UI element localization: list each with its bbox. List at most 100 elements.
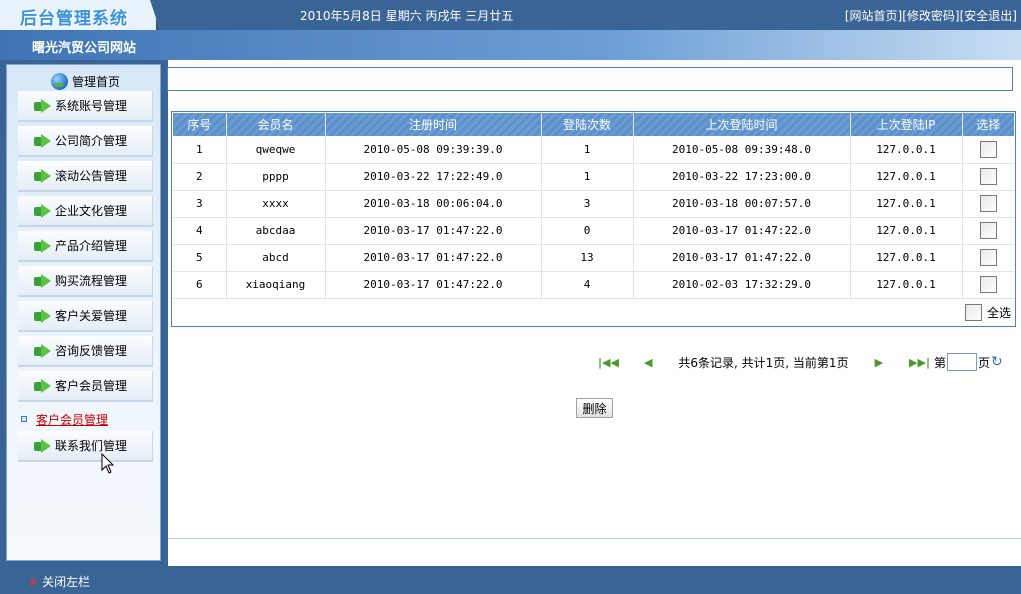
cell-login-count: 1 — [541, 163, 634, 191]
cell-name: xxxx — [226, 190, 326, 218]
cell-no: 6 — [173, 271, 227, 299]
cell-no: 4 — [173, 217, 227, 245]
table-row: 5 abcd 2010-03-17 01:47:22.0 13 2010-03-… — [173, 244, 1014, 272]
row-checkbox[interactable] — [979, 168, 997, 185]
col-login-count: 登陆次数 — [541, 113, 634, 136]
select-all-checkbox[interactable] — [964, 304, 982, 321]
table-row: 6 xiaoqiang 2010-03-17 01:47:22.0 4 2010… — [173, 271, 1014, 299]
cell-login-count: 0 — [541, 217, 634, 245]
sidebar-item-company-intro[interactable]: 公司简介管理 — [18, 126, 153, 157]
change-password-link[interactable]: [修改密码] — [902, 9, 959, 23]
sidebar-item-label: 公司简介管理 — [55, 134, 128, 148]
row-checkbox[interactable] — [979, 140, 997, 158]
left-sidebar: 管理首页 系统账号管理 公司简介管理 滚动公告管理 企业文化管理 产品介绍管理 … — [0, 60, 166, 566]
sidebar-item-culture[interactable]: 企业文化管理 — [18, 196, 153, 227]
cell-select — [962, 163, 1014, 191]
sidebar-item-label: 产品介绍管理 — [55, 239, 128, 253]
pager-info: 共6条记录, 共计1页, 当前第1页 — [678, 355, 849, 370]
first-page-icon[interactable]: |◀◀ — [598, 356, 619, 369]
col-last-login-ip: 上次登陆IP — [850, 113, 963, 136]
cell-ip: 127.0.0.1 — [850, 190, 963, 218]
sidebar-item-label: 客户关爱管理 — [55, 309, 128, 323]
table-row: 1 qweqwe 2010-05-08 09:39:39.0 1 2010-05… — [173, 136, 1014, 164]
cell-last-login: 2010-03-22 17:23:00.0 — [633, 163, 851, 191]
logout-link[interactable]: [安全退出] — [960, 9, 1017, 23]
logo-text: 后台管理系统 — [20, 9, 128, 29]
cell-no: 2 — [173, 163, 227, 191]
sidebar-item-products[interactable]: 产品介绍管理 — [18, 231, 153, 262]
select-all[interactable]: 全选 — [960, 304, 1011, 321]
sidebar-item-feedback[interactable]: 咨询反馈管理 — [18, 336, 153, 367]
sidebar-item-label: 联系我们管理 — [55, 439, 128, 453]
cell-login-count: 13 — [541, 244, 634, 272]
cell-login-count: 4 — [541, 271, 634, 299]
arrow-icon — [34, 273, 54, 288]
members-table: 序号 会员名 注册时间 登陆次数 上次登陆时间 上次登陆IP 选择 1 qweq… — [173, 113, 1014, 299]
cell-no: 5 — [173, 244, 227, 272]
cell-ip: 127.0.0.1 — [850, 136, 963, 164]
cell-last-login: 2010-03-18 00:07:57.0 — [633, 190, 851, 218]
globe-icon — [51, 72, 68, 90]
sidebar-item-purchase-flow[interactable]: 购买流程管理 — [18, 266, 153, 297]
page-suffix: 页 — [978, 355, 991, 370]
cell-select — [962, 244, 1014, 272]
row-checkbox[interactable] — [979, 249, 997, 266]
next-page-icon[interactable]: ▶ — [875, 356, 883, 369]
page-number-input[interactable] — [947, 353, 977, 371]
top-bar: 后台管理系统 2010年5月8日 星期六 丙戌年 三月廿五 [网站首页][修改密… — [0, 0, 1021, 30]
delete-button[interactable]: 删除 — [576, 398, 613, 418]
cell-no: 3 — [173, 190, 227, 218]
col-last-login-time: 上次登陆时间 — [633, 113, 851, 136]
cell-last-login: 2010-03-17 01:47:22.0 — [633, 217, 851, 245]
last-page-icon[interactable]: ▶▶| — [909, 356, 930, 369]
arrow-icon — [34, 203, 54, 218]
col-member-name: 会员名 — [226, 113, 326, 136]
col-no: 序号 — [173, 113, 227, 136]
content-divider — [168, 538, 1021, 539]
close-sidebar[interactable]: × 关闭左栏 — [28, 573, 90, 590]
site-name: 曙光汽贸公司网站 — [32, 41, 137, 56]
frame-edge — [166, 60, 168, 566]
page-prefix: 第 — [933, 355, 946, 370]
sidebar-item-customer-care[interactable]: 客户关爱管理 — [18, 301, 153, 332]
go-refresh-icon[interactable]: ↻ — [991, 354, 1003, 370]
table-row: 2 pppp 2010-03-22 17:22:49.0 1 2010-03-2… — [173, 163, 1014, 191]
row-checkbox[interactable] — [979, 276, 997, 293]
row-checkbox[interactable] — [979, 222, 997, 239]
sidebar-home-label: 管理首页 — [72, 74, 121, 89]
cell-register-time: 2010-03-17 01:47:22.0 — [325, 244, 542, 272]
bullet-icon — [21, 416, 27, 422]
table-row: 3 xxxx 2010-03-18 00:06:04.0 3 2010-03-1… — [173, 190, 1014, 218]
sidebar-subitem-label: 客户会员管理 — [36, 412, 109, 427]
date-text: 2010年5月8日 星期六 丙戌年 三月廿五 — [300, 9, 514, 23]
prev-page-icon[interactable]: ◀ — [644, 356, 652, 369]
cell-ip: 127.0.0.1 — [850, 244, 963, 272]
sidebar-home[interactable]: 管理首页 — [51, 71, 120, 91]
arrow-icon — [34, 238, 54, 253]
cell-register-time: 2010-03-18 00:06:04.0 — [325, 190, 542, 218]
arrow-icon — [34, 438, 54, 453]
arrow-icon — [34, 133, 54, 148]
sidebar-item-accounts[interactable]: 系统账号管理 — [18, 91, 153, 122]
sidebar-item-label: 企业文化管理 — [55, 204, 128, 218]
sidebar-panel: 管理首页 系统账号管理 公司简介管理 滚动公告管理 企业文化管理 产品介绍管理 … — [6, 64, 161, 561]
home-link[interactable]: [网站首页] — [845, 9, 902, 23]
sidebar-subitem-members[interactable]: 客户会员管理 — [21, 410, 108, 428]
arrow-icon — [34, 308, 54, 323]
sidebar-item-contact[interactable]: 联系我们管理 — [18, 431, 153, 462]
cell-ip: 127.0.0.1 — [850, 217, 963, 245]
cell-select — [962, 190, 1014, 218]
bottom-bar: × 关闭左栏 — [0, 566, 1021, 594]
sidebar-item-label: 滚动公告管理 — [55, 169, 128, 183]
sidebar-item-members[interactable]: 客户会员管理 — [18, 371, 153, 402]
arrow-icon — [34, 378, 54, 393]
cell-register-time: 2010-03-17 01:47:22.0 — [325, 217, 542, 245]
row-checkbox[interactable] — [979, 195, 997, 212]
top-links: [网站首页][修改密码][安全退出] — [845, 7, 1017, 24]
sidebar-item-announcements[interactable]: 滚动公告管理 — [18, 161, 153, 192]
cell-select — [962, 217, 1014, 245]
select-all-label: 全选 — [986, 306, 1011, 320]
cell-last-login: 2010-03-17 01:47:22.0 — [633, 244, 851, 272]
cell-name: xiaoqiang — [226, 271, 326, 299]
cell-no: 1 — [173, 136, 227, 164]
